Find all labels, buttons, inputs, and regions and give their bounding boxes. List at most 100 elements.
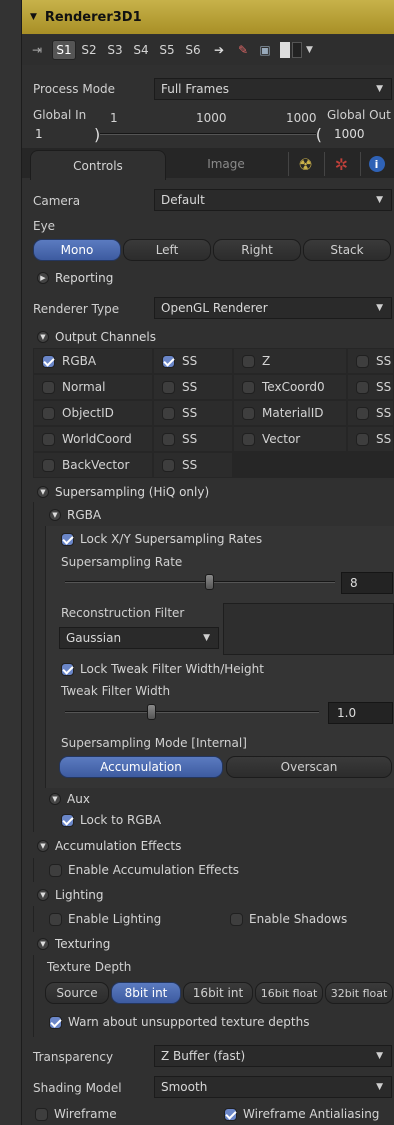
- channel-texcoord0-ss[interactable]: SS: [347, 374, 394, 400]
- channel-objectid-ss[interactable]: SS: [153, 400, 233, 426]
- slot-s4[interactable]: S4: [128, 43, 154, 57]
- warn-texture-depths-checkbox[interactable]: [49, 1015, 62, 1029]
- enable-shadows-checkbox[interactable]: [230, 912, 243, 926]
- channel-worldcoord-ss[interactable]: SS: [153, 426, 233, 452]
- channel-backvector[interactable]: BackVector: [33, 452, 153, 478]
- pin-icon[interactable]: ⇥: [22, 43, 52, 57]
- checkbox[interactable]: [356, 354, 369, 368]
- accumulation-header[interactable]: ▼ Accumulation Effects: [37, 839, 181, 853]
- eye-left-button[interactable]: Left: [123, 239, 211, 261]
- channel-rgba-ss[interactable]: SS: [153, 348, 233, 374]
- supersampling-rgba-header[interactable]: ▼ RGBA: [49, 508, 101, 522]
- eyedropper-icon[interactable]: ✎: [232, 43, 254, 57]
- checkbox[interactable]: [162, 406, 175, 420]
- eye-stack-button[interactable]: Stack: [303, 239, 391, 261]
- aux-header[interactable]: ▼ Aux: [49, 792, 90, 806]
- reconstruction-filter-dropdown[interactable]: Gaussian ▼: [59, 627, 219, 649]
- wireframe[interactable]: Wireframe: [35, 1107, 117, 1121]
- enable-accumulation-checkbox[interactable]: [49, 863, 62, 877]
- reporting-header[interactable]: ▶ Reporting: [37, 271, 113, 285]
- lock-to-rgba[interactable]: Lock to RGBA: [61, 813, 161, 827]
- range-slider[interactable]: ) (: [92, 125, 324, 144]
- checkbox[interactable]: [162, 380, 175, 394]
- warn-texture-depths[interactable]: Warn about unsupported texture depths: [49, 1015, 309, 1029]
- channel-z-ss[interactable]: SS: [347, 348, 394, 374]
- depth-32bit-float-button[interactable]: 32bit float: [325, 982, 393, 1004]
- checkbox[interactable]: [42, 354, 55, 368]
- checkbox[interactable]: [162, 432, 175, 446]
- range-out-bracket[interactable]: (: [316, 125, 322, 144]
- enable-accumulation[interactable]: Enable Accumulation Effects: [49, 863, 239, 877]
- channel-materialid-ss[interactable]: SS: [347, 400, 394, 426]
- enable-lighting-checkbox[interactable]: [49, 912, 62, 926]
- preset-icon[interactable]: [276, 42, 306, 58]
- camera-dropdown[interactable]: Default ▼: [154, 189, 392, 211]
- supersampling-header[interactable]: ▼ Supersampling (HiQ only): [37, 485, 209, 499]
- range-in-bracket[interactable]: ): [94, 125, 100, 144]
- channel-objectid[interactable]: ObjectID: [33, 400, 153, 426]
- wireframe-antialiasing-checkbox[interactable]: [224, 1107, 237, 1121]
- tab-radioactive[interactable]: ☢: [288, 152, 322, 176]
- channel-texcoord0[interactable]: TexCoord0: [233, 374, 347, 400]
- channel-backvector-ss[interactable]: SS: [153, 452, 233, 478]
- tab-controls[interactable]: Controls: [30, 150, 166, 180]
- channel-normal-ss[interactable]: SS: [153, 374, 233, 400]
- depth-source-button[interactable]: Source: [45, 982, 109, 1004]
- channel-worldcoord[interactable]: WorldCoord: [33, 426, 153, 452]
- enable-lighting[interactable]: Enable Lighting: [49, 912, 161, 926]
- tab-image[interactable]: Image: [168, 150, 284, 178]
- eye-right-button[interactable]: Right: [213, 239, 301, 261]
- checkbox[interactable]: [42, 380, 55, 394]
- checkbox[interactable]: [356, 380, 369, 394]
- tab-info[interactable]: i: [360, 152, 392, 176]
- channel-materialid[interactable]: MaterialID: [233, 400, 347, 426]
- output-channels-header[interactable]: ▼ Output Channels: [37, 330, 156, 344]
- checkbox[interactable]: [42, 406, 55, 420]
- tweak-filter-width-slider[interactable]: [61, 702, 323, 722]
- checkbox[interactable]: [356, 432, 369, 446]
- checkbox[interactable]: [242, 380, 255, 394]
- save-icon[interactable]: ▣: [254, 43, 276, 57]
- checkbox[interactable]: [162, 458, 175, 472]
- channel-vector[interactable]: Vector: [233, 426, 347, 452]
- channel-normal[interactable]: Normal: [33, 374, 153, 400]
- process-mode-dropdown[interactable]: Full Frames ▼: [154, 78, 392, 100]
- tool-title-bar[interactable]: ▼ Renderer3D1: [22, 0, 394, 34]
- tweak-filter-width-field[interactable]: 1.0: [328, 702, 393, 724]
- collapse-triangle-icon[interactable]: ▼: [30, 12, 37, 22]
- checkbox[interactable]: [242, 354, 255, 368]
- checkbox[interactable]: [42, 432, 55, 446]
- slot-s6[interactable]: S6: [180, 43, 206, 57]
- depth-16bit-int-button[interactable]: 16bit int: [183, 982, 253, 1004]
- lighting-header[interactable]: ▼ Lighting: [37, 888, 104, 902]
- channel-z[interactable]: Z: [233, 348, 347, 374]
- depth-8bit-int-button[interactable]: 8bit int: [111, 982, 181, 1004]
- wireframe-checkbox[interactable]: [35, 1107, 48, 1121]
- enable-shadows[interactable]: Enable Shadows: [230, 912, 347, 926]
- mode-overscan-button[interactable]: Overscan: [226, 756, 392, 778]
- channel-vector-ss[interactable]: SS: [347, 426, 394, 452]
- global-out-field[interactable]: 1000: [330, 125, 392, 143]
- lock-xy-checkbox[interactable]: [61, 532, 74, 546]
- renderer-type-dropdown[interactable]: OpenGL Renderer ▼: [154, 297, 392, 319]
- checkbox[interactable]: [242, 406, 255, 420]
- tweak-slider-thumb[interactable]: [147, 704, 156, 720]
- lock-xy-rates[interactable]: Lock X/Y Supersampling Rates: [61, 532, 262, 546]
- eye-mono-button[interactable]: Mono: [33, 239, 121, 261]
- slot-s2[interactable]: S2: [76, 43, 102, 57]
- lock-tweak-checkbox[interactable]: [61, 662, 74, 676]
- checkbox[interactable]: [356, 406, 369, 420]
- slot-s1[interactable]: S1: [52, 40, 76, 60]
- rate-slider-thumb[interactable]: [205, 574, 214, 590]
- lock-to-rgba-checkbox[interactable]: [61, 813, 74, 827]
- shading-model-dropdown[interactable]: Smooth ▼: [154, 1076, 392, 1098]
- channel-rgba[interactable]: RGBA: [33, 348, 153, 374]
- supersampling-rate-field[interactable]: 8: [341, 572, 393, 594]
- depth-16bit-float-button[interactable]: 16bit float: [255, 982, 323, 1004]
- checkbox[interactable]: [162, 354, 175, 368]
- transparency-dropdown[interactable]: Z Buffer (fast) ▼: [154, 1045, 392, 1067]
- texturing-header[interactable]: ▼ Texturing: [37, 937, 110, 951]
- checkbox[interactable]: [242, 432, 255, 446]
- mode-accumulation-button[interactable]: Accumulation: [59, 756, 223, 778]
- wireframe-antialiasing[interactable]: Wireframe Antialiasing: [224, 1107, 379, 1121]
